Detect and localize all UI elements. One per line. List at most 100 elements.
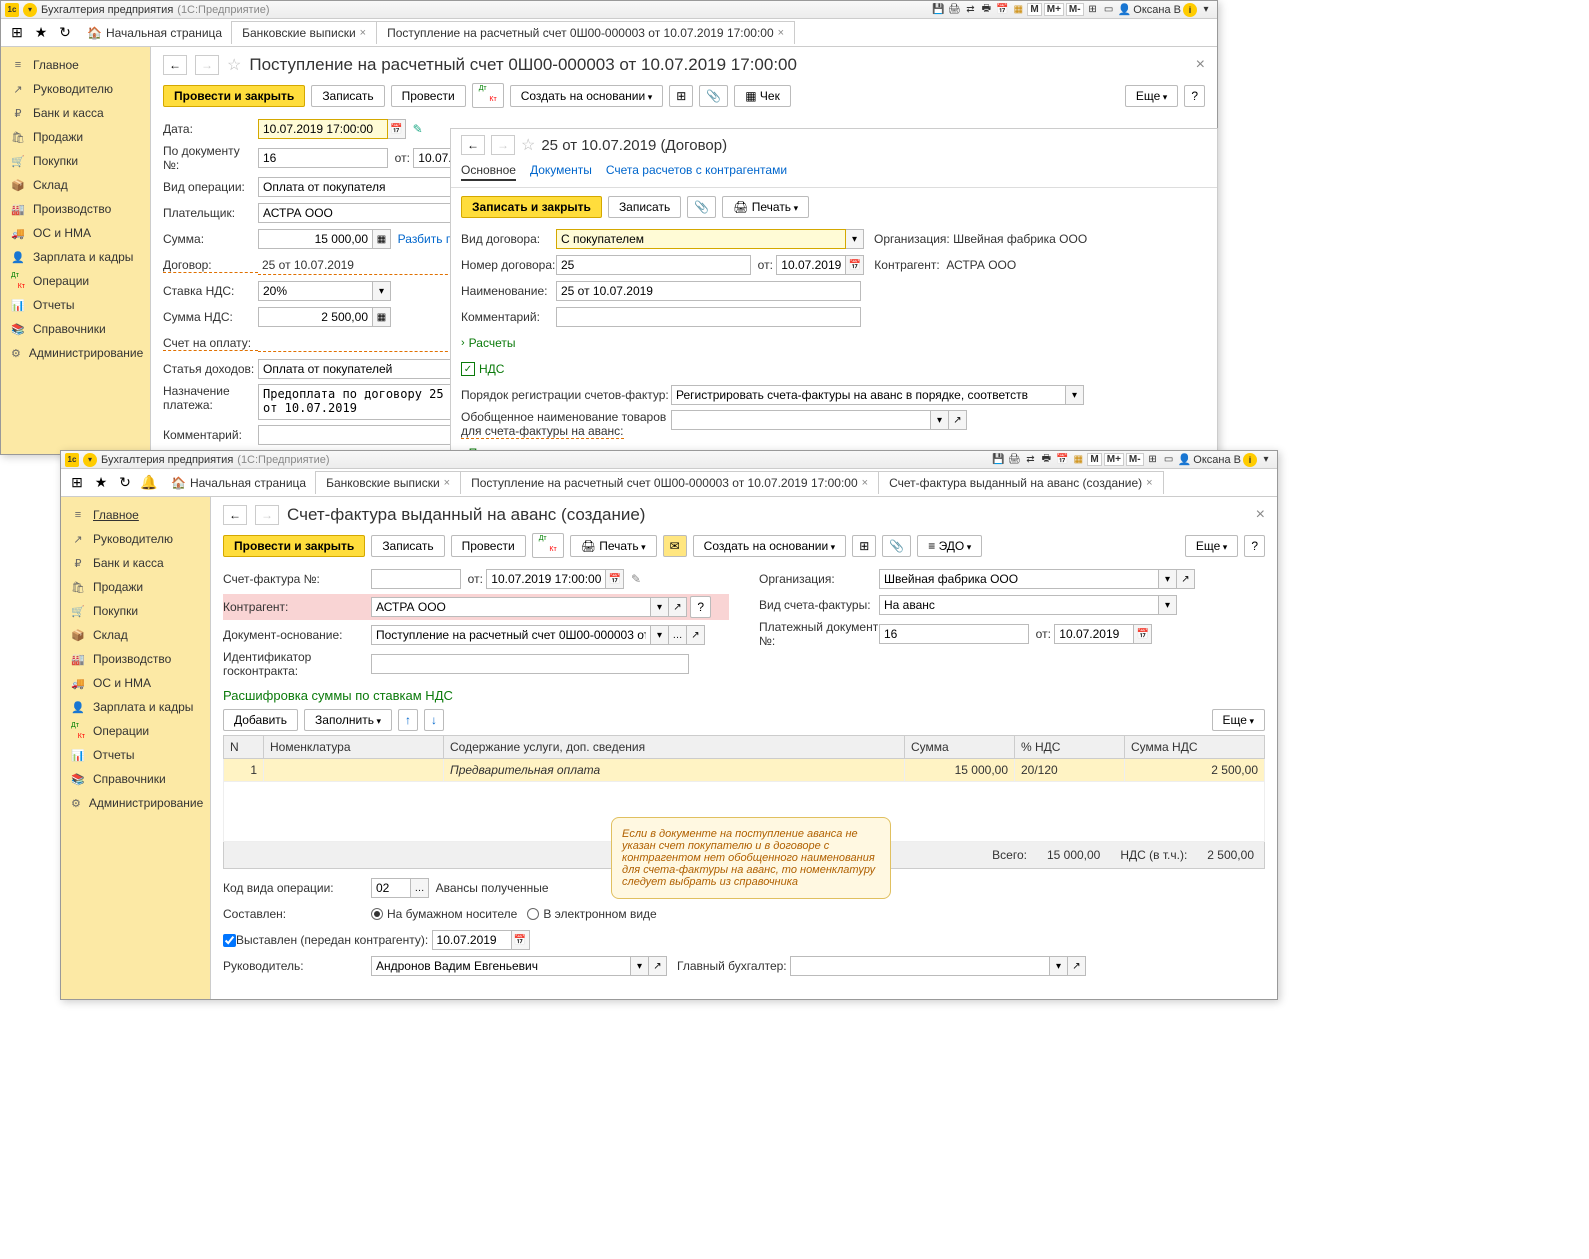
sidebar-bank[interactable]: ₽Банк и касса [1, 101, 150, 125]
sidebar-main[interactable]: ≡Главное [1, 53, 150, 77]
radio-paper[interactable] [371, 908, 383, 920]
head-input[interactable] [371, 956, 631, 976]
favorite-star-icon[interactable]: ★ [89, 471, 113, 495]
sum-input[interactable] [258, 229, 373, 249]
sidebar-sales[interactable]: 🛍Продажи [61, 575, 210, 599]
vatsum-input[interactable] [258, 307, 373, 327]
open-icon[interactable]: ↗ [949, 410, 967, 430]
tab-bank-statements[interactable]: Банковские выписки× [315, 471, 461, 494]
contract-comment-input[interactable] [556, 307, 861, 327]
opcode-input[interactable] [371, 878, 411, 898]
print2-icon[interactable]: 🖶 [1039, 453, 1053, 467]
sfnum-input[interactable] [371, 569, 461, 589]
sidebar-admin[interactable]: ⚙Администрирование [61, 791, 210, 815]
post-button[interactable]: Провести [391, 85, 466, 107]
add-button[interactable]: Добавить [223, 709, 298, 731]
menu-icon[interactable]: ▾ [1199, 3, 1213, 17]
mem-mplus[interactable]: M+ [1044, 3, 1064, 16]
dropdown-icon[interactable]: ▾ [1159, 595, 1177, 615]
dropdown-icon[interactable]: ▾ [846, 229, 864, 249]
issued-date-input[interactable] [432, 930, 512, 950]
table-row[interactable]: 1 Предварительная оплата 15 000,00 20/12… [224, 759, 1265, 782]
print-icon[interactable]: 🖨 [1007, 453, 1021, 467]
user-badge[interactable]: 👤 Оксана В [1118, 3, 1181, 16]
sidebar-production[interactable]: 🏭Производство [61, 647, 210, 671]
attach-icon[interactable]: 📎 [687, 196, 716, 218]
purpose-input[interactable]: Предоплата по договору 25 от 10.07.2019 [258, 384, 458, 420]
contract-num-input[interactable] [556, 255, 751, 275]
open-icon[interactable]: ↗ [1177, 569, 1195, 589]
contract-name-input[interactable] [556, 281, 861, 301]
calc-icon[interactable]: ▦ [373, 307, 391, 327]
more-button[interactable]: Еще [1185, 535, 1238, 557]
tab-receipt[interactable]: Поступление на расчетный счет 0Ш00-00000… [460, 471, 879, 494]
table-more-button[interactable]: Еще [1212, 709, 1265, 731]
calendar-icon[interactable]: 📅 [995, 3, 1009, 17]
vat-checkbox[interactable]: ✓ [461, 362, 475, 376]
help-button[interactable]: ? [1244, 535, 1265, 557]
post-close-button[interactable]: Провести и закрыть [223, 535, 365, 557]
panel-icon[interactable]: ▭ [1102, 3, 1116, 17]
forward-button[interactable]: → [491, 135, 515, 155]
radio-electronic[interactable] [527, 908, 539, 920]
gos-input[interactable] [371, 654, 689, 674]
post-close-button[interactable]: Провести и закрыть [163, 85, 305, 107]
sidebar-operations[interactable]: Операции [61, 719, 210, 743]
sftype-input[interactable] [879, 595, 1159, 615]
mem-mminus[interactable]: M- [1126, 453, 1144, 466]
tab-close-icon[interactable]: × [1146, 477, 1152, 489]
write-close-button[interactable]: Записать и закрыть [461, 196, 602, 218]
print-button[interactable]: 🖨 Печать [722, 196, 809, 218]
post-button[interactable]: Провести [451, 535, 526, 557]
calc-icon[interactable]: ▦ [373, 229, 391, 249]
back-button[interactable]: ← [223, 505, 247, 525]
sidebar-warehouse[interactable]: 📦Склад [1, 173, 150, 197]
panel-icon[interactable]: ▭ [1162, 453, 1176, 467]
dropdown-icon[interactable]: ▾ [373, 281, 391, 301]
back-button[interactable]: ← [461, 135, 485, 155]
compare-icon[interactable]: ⇄ [963, 3, 977, 17]
fill-button[interactable]: Заполнить [304, 709, 392, 731]
forward-button[interactable]: → [255, 505, 279, 525]
attach-icon[interactable]: 📎 [699, 85, 728, 107]
tab-invoice[interactable]: Счет-фактура выданный на аванс (создание… [878, 471, 1163, 494]
sidebar-main[interactable]: ≡Главное [61, 503, 210, 527]
open-icon[interactable]: ↗ [649, 956, 667, 976]
sidebar-purchases[interactable]: 🛒Покупки [61, 599, 210, 623]
sidebar-reports[interactable]: 📊Отчеты [61, 743, 210, 767]
sidebar-warehouse[interactable]: 📦Склад [61, 623, 210, 647]
menu-icon[interactable]: ▾ [1259, 453, 1273, 467]
save-icon[interactable]: 💾 [931, 3, 945, 17]
history-icon[interactable]: ↻ [53, 21, 77, 45]
sidebar-admin[interactable]: ⚙Администрирование [1, 341, 150, 365]
calendar-icon[interactable]: 📅 [606, 569, 624, 589]
org-input[interactable] [879, 569, 1159, 589]
calc-icon[interactable]: ▦ [1071, 453, 1085, 467]
forward-button[interactable]: → [195, 55, 219, 75]
dropdown-icon[interactable]: ▾ [1066, 385, 1084, 405]
calendar-icon[interactable]: 📅 [1055, 453, 1069, 467]
open-icon[interactable]: ↗ [1068, 956, 1086, 976]
tab-home[interactable]: 🏠 Начальная страница [77, 22, 232, 44]
contract-type-input[interactable] [556, 229, 846, 249]
tab-documents[interactable]: Документы [530, 161, 592, 181]
compare-icon[interactable]: ⇄ [1023, 453, 1037, 467]
gen-name-input[interactable] [671, 410, 931, 430]
star-icon[interactable]: ☆ [227, 55, 241, 75]
mem-m[interactable]: M [1027, 3, 1041, 16]
invoice-value[interactable] [258, 334, 458, 352]
apps-grid-icon[interactable]: ⊞ [5, 21, 29, 45]
sidebar-catalogs[interactable]: 📚Справочники [1, 317, 150, 341]
docnum-input[interactable] [258, 148, 388, 168]
write-button[interactable]: Записать [608, 196, 681, 218]
calendar-icon[interactable]: 📅 [388, 119, 406, 139]
window-icon[interactable]: ⊞ [1086, 3, 1100, 17]
check-button[interactable]: ▦ Чек [734, 85, 791, 107]
back-button[interactable]: ← [163, 55, 187, 75]
print-icon[interactable]: 🖨 [947, 3, 961, 17]
open-icon[interactable]: ↗ [669, 597, 687, 617]
tab-close-icon[interactable]: × [444, 477, 450, 489]
dropdown-icon[interactable]: ▾ [651, 625, 669, 645]
star-icon[interactable]: ☆ [521, 135, 535, 155]
tab-close-icon[interactable]: × [360, 27, 366, 39]
